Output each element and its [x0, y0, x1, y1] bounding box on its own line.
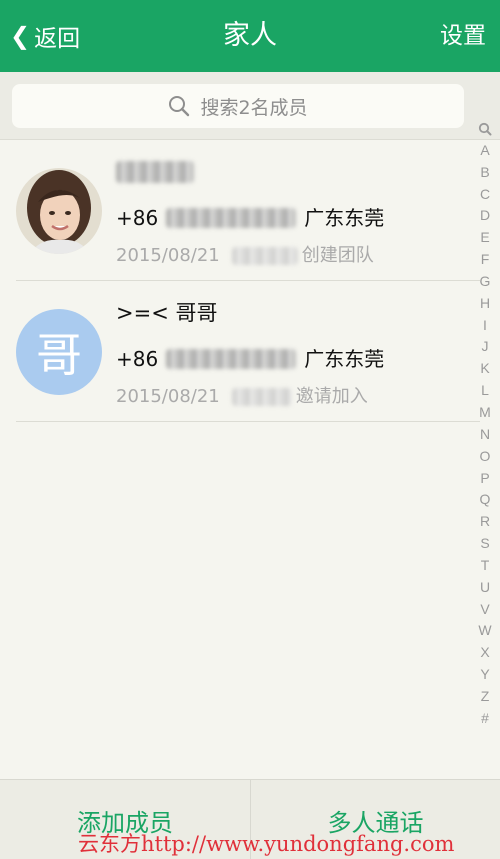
avatar[interactable]: 哥 — [16, 309, 102, 395]
list-item[interactable]: +86 广东东莞 2015/08/21 创建团队 — [16, 140, 480, 281]
list-item[interactable]: 哥 >=< 哥哥 +86 广东东莞 2015/08/21 邀请加入 — [16, 281, 480, 422]
avatar[interactable] — [16, 168, 102, 254]
navbar: ❮ 返回 家人 设置 — [0, 0, 500, 72]
blurred-phone — [166, 208, 297, 228]
search-placeholder: 搜索2名成员 — [200, 96, 308, 119]
back-button[interactable]: ❮ 返回 — [10, 18, 80, 54]
index-letter[interactable]: N — [474, 424, 496, 446]
blurred-name — [116, 161, 194, 183]
index-letter[interactable]: O — [474, 446, 496, 468]
member-name: >=< 哥哥 — [116, 301, 218, 325]
member-list: +86 广东东莞 2015/08/21 创建团队 哥 >=< 哥哥 +86 广东… — [0, 140, 480, 422]
blurred-inviter — [231, 388, 292, 406]
member-meta: 2015/08/21 邀请加入 — [116, 386, 368, 407]
index-letter[interactable]: X — [474, 642, 496, 664]
index-letter[interactable]: L — [474, 380, 496, 402]
index-letter[interactable]: K — [474, 358, 496, 380]
member-meta: 2015/08/21 创建团队 — [116, 245, 374, 266]
settings-button[interactable]: 设置 — [440, 18, 486, 54]
index-search-icon[interactable] — [474, 118, 496, 140]
chevron-left-icon: ❮ — [10, 22, 31, 50]
search-icon — [169, 96, 190, 117]
index-letter[interactable]: H — [474, 293, 496, 315]
search-bar: 搜索2名成员 — [0, 72, 500, 140]
index-letter[interactable]: A — [474, 140, 496, 162]
index-letter[interactable]: I — [474, 315, 496, 337]
index-letter[interactable]: D — [474, 205, 496, 227]
member-phone: +86 广东东莞 — [116, 206, 385, 230]
index-letter[interactable]: V — [474, 599, 496, 621]
back-label: 返回 — [34, 26, 81, 52]
index-letter[interactable]: T — [474, 555, 496, 577]
index-letter[interactable]: M — [474, 402, 496, 424]
search-input[interactable]: 搜索2名成员 — [12, 84, 464, 128]
index-letter[interactable]: Q — [474, 489, 496, 511]
index-letter[interactable]: W — [474, 620, 496, 642]
index-letter[interactable]: Z — [474, 686, 496, 708]
member-phone: +86 广东东莞 — [116, 347, 385, 371]
blurred-phone — [166, 349, 297, 369]
index-letter[interactable]: P — [474, 468, 496, 490]
index-letter[interactable]: R — [474, 511, 496, 533]
index-letter[interactable]: # — [474, 708, 496, 730]
watermark: 云东方http://www.yundongfang.com — [78, 832, 455, 856]
index-letter[interactable]: Y — [474, 664, 496, 686]
index-letter[interactable]: S — [474, 533, 496, 555]
blurred-inviter — [231, 247, 298, 265]
index-letter[interactable]: B — [474, 162, 496, 184]
alphabet-index[interactable]: A B C D E F G H I J K L M N O P Q R S T … — [474, 118, 496, 730]
index-letter[interactable]: G — [474, 271, 496, 293]
index-letter[interactable]: F — [474, 249, 496, 271]
index-letter[interactable]: J — [474, 336, 496, 358]
index-letter[interactable]: U — [474, 577, 496, 599]
index-letter[interactable]: C — [474, 184, 496, 206]
member-name — [116, 158, 194, 186]
index-letter[interactable]: E — [474, 227, 496, 249]
